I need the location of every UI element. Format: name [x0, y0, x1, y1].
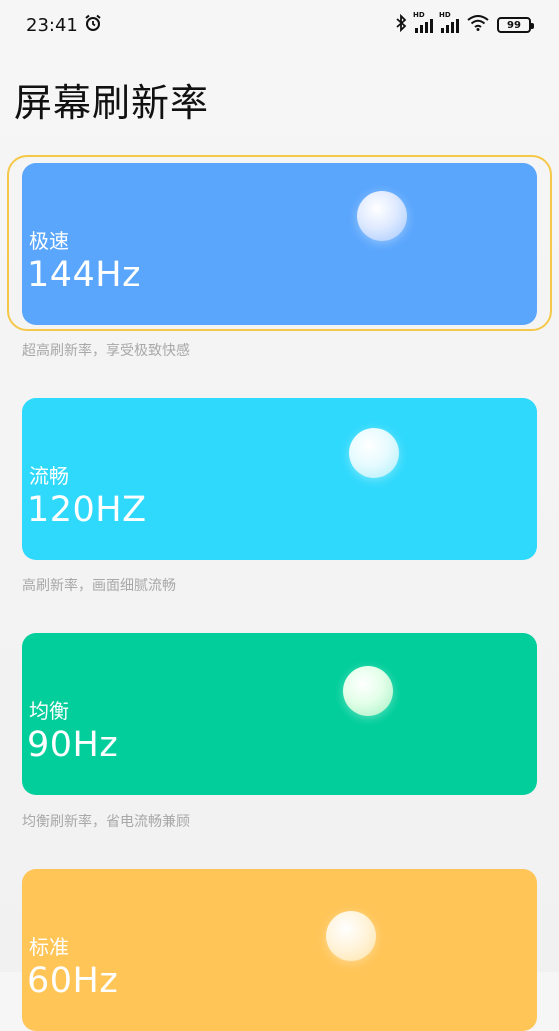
option-description: 高刷新率，画面细腻流畅 — [22, 578, 176, 594]
option-card-60hz[interactable]: 标准 60Hz — [22, 869, 537, 1031]
option-name: 均衡 — [29, 699, 69, 723]
wifi-icon — [467, 15, 489, 35]
option-rate: 144Hz — [27, 255, 141, 295]
status-left: 23:41 — [26, 14, 102, 37]
option-rate: 90Hz — [27, 725, 119, 765]
orb-icon — [343, 666, 393, 716]
option-name: 流畅 — [29, 464, 69, 488]
bluetooth-icon — [395, 13, 407, 36]
hd-label-2: HD — [439, 11, 451, 19]
option-card-144hz[interactable]: 极速 144Hz — [22, 163, 537, 325]
orb-icon — [357, 191, 407, 241]
page-title: 屏幕刷新率 — [14, 81, 210, 125]
status-right: HD HD 99 — [395, 11, 534, 36]
orb-icon — [326, 911, 376, 961]
option-card-90hz[interactable]: 均衡 90Hz — [22, 633, 537, 795]
battery-icon: 99 — [497, 17, 534, 33]
status-bar: 23:41 HD HD 99 — [0, 0, 559, 50]
option-name: 极速 — [29, 229, 69, 253]
option-name: 标准 — [29, 935, 69, 959]
option-rate: 120HZ — [27, 490, 147, 530]
alarm-icon — [84, 14, 102, 37]
hd-label-1: HD — [413, 11, 425, 19]
option-description: 超高刷新率，享受极致快感 — [22, 343, 190, 359]
battery-level: 99 — [507, 19, 521, 31]
orb-icon — [349, 428, 399, 478]
status-time: 23:41 — [26, 14, 78, 36]
signal-1-icon: HD — [413, 11, 433, 33]
signal-2-icon: HD — [439, 11, 459, 33]
option-card-120hz[interactable]: 流畅 120HZ — [22, 398, 537, 560]
option-rate: 60Hz — [27, 961, 119, 1001]
option-description: 均衡刷新率，省电流畅兼顾 — [22, 814, 190, 830]
